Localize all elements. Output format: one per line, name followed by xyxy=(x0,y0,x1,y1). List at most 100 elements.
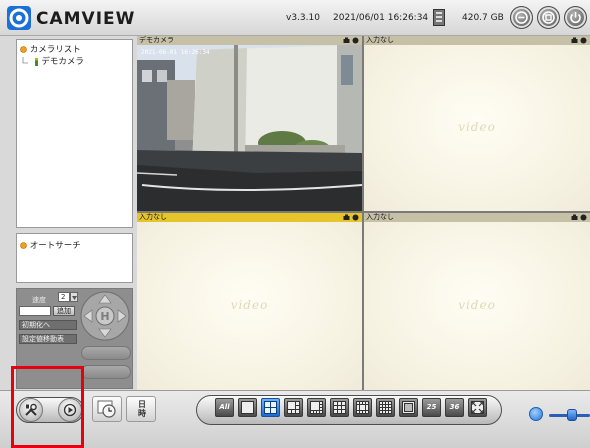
chevron-down-icon xyxy=(72,296,77,300)
layout-6-icon xyxy=(287,401,300,414)
app-name: CAMVIEW xyxy=(36,9,136,29)
layout-8-icon xyxy=(310,401,323,414)
layout-25-button[interactable]: 25 xyxy=(422,398,441,417)
settings-pill xyxy=(16,397,84,423)
camera-list-title: カメラリスト xyxy=(29,45,81,55)
auto-search-title: オートサーチ xyxy=(29,241,81,251)
fullscreen-icon xyxy=(471,401,484,414)
tile-label: 入力なし xyxy=(366,36,394,44)
layout-4-button[interactable] xyxy=(261,398,280,417)
preset-list-select[interactable]: 設定値移動表 xyxy=(19,334,77,344)
speed-select[interactable]: 2 xyxy=(58,292,70,302)
tile-header: 入力なし xyxy=(364,213,590,222)
folder-icon xyxy=(20,46,27,53)
tree-branch-icon xyxy=(22,56,28,63)
tools-icon xyxy=(25,403,37,416)
minimize-button[interactable] xyxy=(510,6,533,29)
tile-label: デモカメラ xyxy=(139,36,174,44)
version-label: v3.3.10 xyxy=(286,13,320,23)
svg-text:H: H xyxy=(100,310,109,323)
fullscreen-button[interactable] xyxy=(468,398,487,417)
add-preset-button[interactable]: 追加 xyxy=(53,306,75,316)
speaker-icon[interactable] xyxy=(529,407,543,421)
layout-13-button[interactable] xyxy=(353,398,372,417)
bottom-toolbar: 日 時 All 25 36 xyxy=(0,390,590,448)
close-icon[interactable] xyxy=(352,37,359,44)
layout-8-button[interactable] xyxy=(307,398,326,417)
layout-6-button[interactable] xyxy=(284,398,303,417)
empty-tile-body: video xyxy=(137,222,362,390)
tile-label: 入力なし xyxy=(366,213,394,221)
layout-4-icon xyxy=(264,401,277,414)
watermark-text: video xyxy=(458,120,496,134)
tile-header: デモカメラ xyxy=(137,36,362,45)
maximize-button[interactable] xyxy=(537,6,560,29)
power-icon xyxy=(570,12,581,24)
layout-film-button[interactable] xyxy=(399,398,418,417)
camera-tile-3[interactable]: video 入力なし xyxy=(137,213,362,390)
close-icon[interactable] xyxy=(580,37,587,44)
title-bar: CAMVIEW v3.3.10 2021/06/01 16:26:34 420.… xyxy=(0,0,590,36)
camera-feed: 2021-06-01 16:26:34 xyxy=(137,45,362,211)
storage-icon xyxy=(433,9,445,26)
layout-36-label: 36 xyxy=(449,403,460,411)
layout-all-label: All xyxy=(219,403,230,411)
empty-tile-body: video xyxy=(364,45,590,211)
layout-film-icon xyxy=(402,401,415,414)
playback-button[interactable] xyxy=(58,398,82,422)
speed-dropdown-arrow[interactable] xyxy=(70,292,78,302)
ptz-focus-button[interactable] xyxy=(81,365,131,379)
camera-list-item[interactable]: デモカメラ xyxy=(22,55,84,67)
volume-slider-handle[interactable] xyxy=(567,409,577,421)
camera-icon xyxy=(34,57,38,66)
timer-button[interactable] xyxy=(92,396,122,422)
auto-search-title-row[interactable]: オートサーチ xyxy=(20,239,81,251)
layout-16-button[interactable] xyxy=(376,398,395,417)
ptz-control-panel: 速度 2 追加 初期化へ 設定値移動表 H xyxy=(16,288,133,389)
camera-tile-2[interactable]: video 入力なし xyxy=(364,36,590,211)
record-icon[interactable] xyxy=(571,214,578,221)
preset-name-input[interactable] xyxy=(19,306,51,316)
layout-9-icon xyxy=(333,401,346,414)
layout-16-icon xyxy=(379,401,392,414)
ptz-zoom-button[interactable] xyxy=(81,346,131,360)
layout-13-icon xyxy=(356,401,369,414)
camera-name: デモカメラ xyxy=(41,57,84,67)
camera-tile-1[interactable]: デモカメラ 2021-06-01 16:26:34 xyxy=(137,36,362,211)
close-icon[interactable] xyxy=(352,214,359,221)
layout-all-button[interactable]: All xyxy=(215,398,234,417)
init-position-select[interactable]: 初期化へ xyxy=(19,320,77,330)
storage-label: 420.7 GB xyxy=(462,13,504,23)
date-label: 日 xyxy=(138,400,146,409)
speed-label: 速度 xyxy=(32,296,46,304)
tile-header-active: 入力なし xyxy=(137,213,362,222)
layout-36-button[interactable]: 36 xyxy=(445,398,464,417)
record-icon[interactable] xyxy=(343,214,350,221)
power-button[interactable] xyxy=(564,6,587,29)
layout-9-button[interactable] xyxy=(330,398,349,417)
camview-logo-icon xyxy=(7,6,31,30)
search-folder-icon xyxy=(20,242,27,249)
record-icon[interactable] xyxy=(343,37,350,44)
settings-button[interactable] xyxy=(19,398,43,422)
camera-list-root[interactable]: カメラリスト xyxy=(20,43,81,55)
ptz-direction-pad[interactable]: H xyxy=(80,291,130,341)
camera-grid: デモカメラ 2021-06-01 16:26:34 video 入力なし vid… xyxy=(137,36,590,390)
auto-search-panel: オートサーチ xyxy=(16,233,133,283)
camera-tile-4[interactable]: video 入力なし xyxy=(364,213,590,390)
maximize-icon xyxy=(542,11,555,24)
datetime-button-label: 日 時 xyxy=(130,400,154,418)
record-icon[interactable] xyxy=(571,37,578,44)
close-icon[interactable] xyxy=(580,214,587,221)
clock-icon xyxy=(97,400,116,418)
layout-1-button[interactable] xyxy=(238,398,257,417)
play-icon xyxy=(63,403,77,417)
watermark-text: video xyxy=(230,298,269,312)
tile-header: 入力なし xyxy=(364,36,590,45)
watermark-text: video xyxy=(458,298,496,312)
layout-25-label: 25 xyxy=(426,403,437,411)
layout-1-icon xyxy=(241,401,254,414)
camera-list-panel: カメラリスト デモカメラ xyxy=(16,39,133,228)
minimize-icon xyxy=(515,11,528,24)
datetime-label: 2021/06/01 16:26:34 xyxy=(333,13,429,23)
